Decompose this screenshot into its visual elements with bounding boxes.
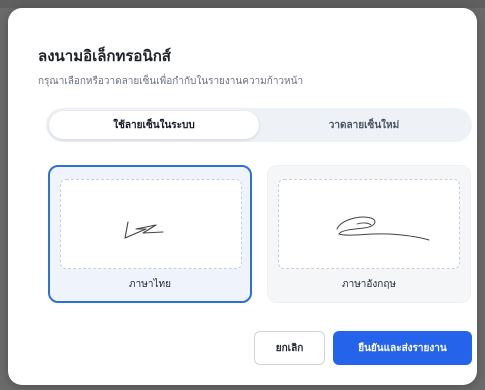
dialog-subtitle: กรุณาเลือกหรือวาดลายเซ็นเพื่อกำกับในรายง… (38, 76, 304, 87)
signature-option-english[interactable]: ภาษาอังกฤษ (267, 165, 471, 303)
signature-label: ภาษาไทย (129, 279, 171, 290)
dialog-title: ลงนามอิเล็กทรอนิกส์ (38, 47, 171, 65)
tab-use-saved-signature[interactable]: ใช้ลายเซ็นในระบบ (49, 111, 259, 139)
cancel-button[interactable]: ยกเลิก (254, 331, 325, 365)
confirm-submit-button[interactable]: ยืนยันและส่งรายงาน (333, 331, 472, 365)
signature-preview (60, 179, 242, 269)
signature-option-thai[interactable]: ภาษาไทย (48, 165, 252, 303)
signature-mode-tabs: ใช้ลายเซ็นในระบบ วาดลายเซ็นใหม่ (46, 108, 472, 142)
signature-thai-image (124, 221, 164, 239)
signature-dialog: ลงนามอิเล็กทรอนิกส์ กรุณาเลือกหรือวาดลาย… (8, 8, 477, 385)
signature-label: ภาษาอังกฤษ (341, 279, 396, 290)
modal-backdrop (0, 0, 485, 8)
tab-draw-new-signature[interactable]: วาดลายเซ็นใหม่ (259, 111, 469, 139)
signature-preview (278, 179, 460, 269)
signature-english-image (336, 216, 430, 241)
